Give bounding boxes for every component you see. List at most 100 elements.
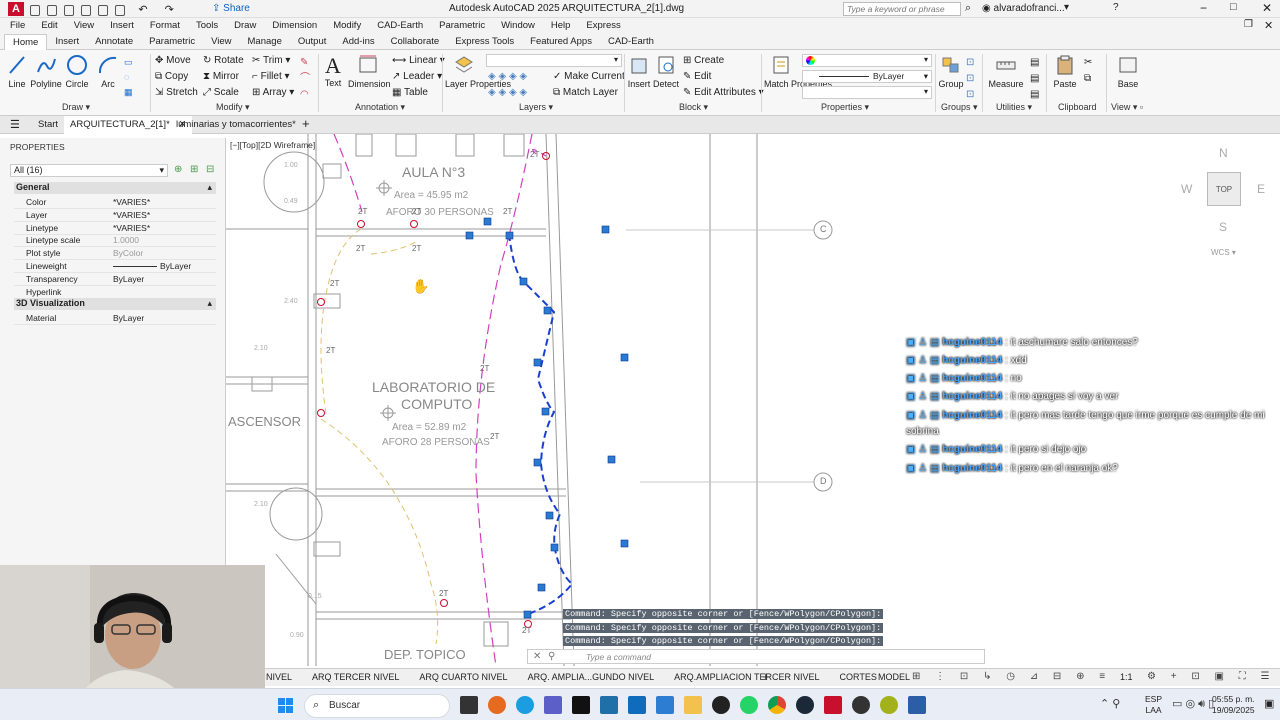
line-tool[interactable]: Line (6, 54, 28, 89)
layer-properties-tool[interactable]: Layer Properties (445, 54, 511, 89)
compass-north[interactable]: N (1219, 146, 1228, 160)
paste-tool[interactable]: Paste (1052, 54, 1078, 89)
help-search-input[interactable]: Type a keyword or phrase (843, 2, 961, 16)
firefox-icon[interactable] (488, 696, 506, 714)
layout-tab[interactable]: ARQ TERCER NIVEL (312, 672, 399, 682)
app2-icon[interactable] (880, 696, 898, 714)
close-window-button[interactable]: ✕ (1262, 1, 1272, 15)
modify-group-label[interactable]: Modify ▾ (216, 102, 250, 113)
linear-button[interactable]: ⟷ Linear ▾ (392, 55, 445, 66)
menu-item-edit[interactable]: Edit (41, 20, 57, 31)
annotation-scale[interactable]: 1:1 (1120, 672, 1133, 682)
close-drawing-icon[interactable]: ✕ (1264, 19, 1273, 32)
open-icon[interactable] (47, 4, 58, 16)
help-icon[interactable]: ? (1113, 2, 1119, 13)
viewcube-top-face[interactable]: TOP (1207, 172, 1241, 206)
save-as-icon[interactable] (81, 4, 92, 16)
search-icon[interactable]: ⌕ (965, 2, 971, 15)
quick-select-icon[interactable]: ⊕ (174, 164, 182, 175)
language-indicator[interactable]: ESP LAA (1145, 694, 1162, 716)
property-row-linetype-scale[interactable]: Linetype scale 1.0000 (14, 234, 216, 248)
new-layout-icon[interactable]: + (762, 669, 770, 684)
property-row-material[interactable]: Material ByLayer (14, 312, 216, 325)
task-view-icon[interactable] (460, 696, 478, 714)
detect-tool[interactable]: Detect (653, 54, 679, 89)
general-section-header[interactable]: General ▴ (14, 182, 216, 194)
menu-item-dimension[interactable]: Dimension (272, 20, 317, 31)
property-row-color[interactable]: Color *VARIES* (14, 196, 216, 209)
table-button[interactable]: ▦ Table (392, 87, 428, 98)
menu-item-file[interactable]: File (10, 20, 25, 31)
base-tool[interactable]: Base (1116, 54, 1140, 89)
tab-collaborate[interactable]: Collaborate (383, 34, 448, 50)
utilities-group-label[interactable]: Utilities ▾ (996, 102, 1032, 113)
layout-tab[interactable]: CORTES (840, 672, 877, 682)
groups-group-label[interactable]: Groups ▾ (941, 102, 978, 113)
create-block-button[interactable]: ⊞ Create (683, 55, 724, 66)
layers-group-label[interactable]: Layers ▾ (519, 102, 553, 113)
draw-small-tools[interactable]: ▭ ◌ ▦ (124, 55, 148, 99)
tab-luminarias[interactable]: luminarias y tomacorrientes* (176, 119, 296, 130)
app3-icon[interactable] (908, 696, 926, 714)
property-row-layer[interactable]: Layer *VARIES* (14, 209, 216, 222)
dimension-tool[interactable]: Dimension (348, 54, 391, 89)
edit-attributes-button[interactable]: ✎ Edit Attributes ▾ (683, 87, 764, 98)
wcs-menu[interactable]: WCS ▾ (1211, 248, 1236, 257)
user-account[interactable]: ◉ alvaradofranci... (982, 3, 1065, 14)
properties-group-label[interactable]: Properties ▾ (821, 102, 869, 113)
measure-tool[interactable]: Measure (988, 54, 1024, 89)
view-group-label[interactable]: View ▾ ▫ (1111, 102, 1143, 113)
match-properties-tool[interactable]: Match Properties (764, 54, 832, 89)
tab-insert[interactable]: Insert (47, 34, 87, 50)
array-button[interactable]: ⊞ Array ▾ (252, 87, 294, 98)
tab-add-ins[interactable]: Add-ins (334, 34, 382, 50)
group-tools[interactable]: ⊡ ⊡ ⊡ (966, 55, 974, 103)
text-tool[interactable]: A Text (322, 54, 344, 89)
select-objects-icon[interactable]: ⊞ (190, 164, 198, 175)
store-icon[interactable] (656, 696, 674, 714)
plot-icon[interactable] (115, 4, 126, 16)
model-space-button[interactable]: MODEL (878, 672, 910, 682)
system-tray-icons[interactable]: ⌃ ⚲ (1100, 697, 1120, 710)
lineweight-dropdown[interactable]: ▾ (802, 86, 932, 99)
scale-button[interactable]: ⤢ Scale (203, 87, 239, 98)
clipboard-group-label[interactable]: Clipboard (1058, 102, 1097, 112)
new-icon[interactable] (30, 4, 40, 16)
color-dropdown[interactable]: ▾ (802, 54, 932, 67)
linetype-dropdown[interactable]: ByLayer ▾ (802, 70, 932, 83)
menu-item-draw[interactable]: Draw (234, 20, 256, 31)
customize-command-icon[interactable]: ⚲ (548, 651, 555, 662)
github-icon[interactable] (712, 696, 730, 714)
layout-tab[interactable]: ARQ.AMPLIACION TERCER NIVEL (674, 672, 819, 682)
share-button[interactable]: ⇪ Share (212, 3, 250, 14)
autocad-taskbar-icon[interactable] (824, 696, 842, 714)
notification-icon[interactable]: ▣ (1264, 697, 1274, 710)
app-icon[interactable] (600, 696, 618, 714)
tab-parametric[interactable]: Parametric (141, 34, 203, 50)
menu-item-modify[interactable]: Modify (333, 20, 361, 31)
tab-manage[interactable]: Manage (240, 34, 290, 50)
status-tools[interactable]: ⊞ ⋮ ⊡ ↳ ◷ ⊿ ⊟ ⊕ ≡ (912, 671, 1111, 682)
whatsapp-icon[interactable] (740, 696, 758, 714)
close-command-icon[interactable]: ✕ (533, 651, 541, 662)
menu-item-cad-earth[interactable]: CAD-Earth (377, 20, 423, 31)
viz-section-header[interactable]: 3D Visualization ▴ (14, 298, 216, 310)
cart-icon[interactable]: ▾ (1064, 2, 1069, 13)
tab-start[interactable]: Start (38, 119, 58, 130)
circle-tool[interactable]: Circle (64, 54, 90, 89)
status-tools-right[interactable]: ⚙ + ⊡ ▣ ⛶ ☰ (1147, 671, 1276, 682)
menu-item-window[interactable]: Window (501, 20, 535, 31)
fillet-button[interactable]: ⌐ Fillet ▾ (252, 71, 290, 82)
menu-item-express[interactable]: Express (586, 20, 620, 31)
edit-block-button[interactable]: ✎ Edit (683, 71, 711, 82)
menu-item-format[interactable]: Format (150, 20, 180, 31)
minimize-button[interactable]: − (1200, 1, 1207, 15)
new-tab-icon[interactable]: + (302, 116, 310, 131)
layout-tab[interactable]: ARQ CUARTO NIVEL (419, 672, 507, 682)
tab-featured-apps[interactable]: Featured Apps (522, 34, 600, 50)
compass-east[interactable]: E (1257, 182, 1265, 196)
insert-block-tool[interactable]: Insert (627, 54, 651, 89)
autocad-logo-icon[interactable]: A (8, 2, 24, 16)
tab-cad-earth[interactable]: CAD-Earth (600, 34, 662, 50)
selection-grips[interactable] (465, 217, 629, 619)
